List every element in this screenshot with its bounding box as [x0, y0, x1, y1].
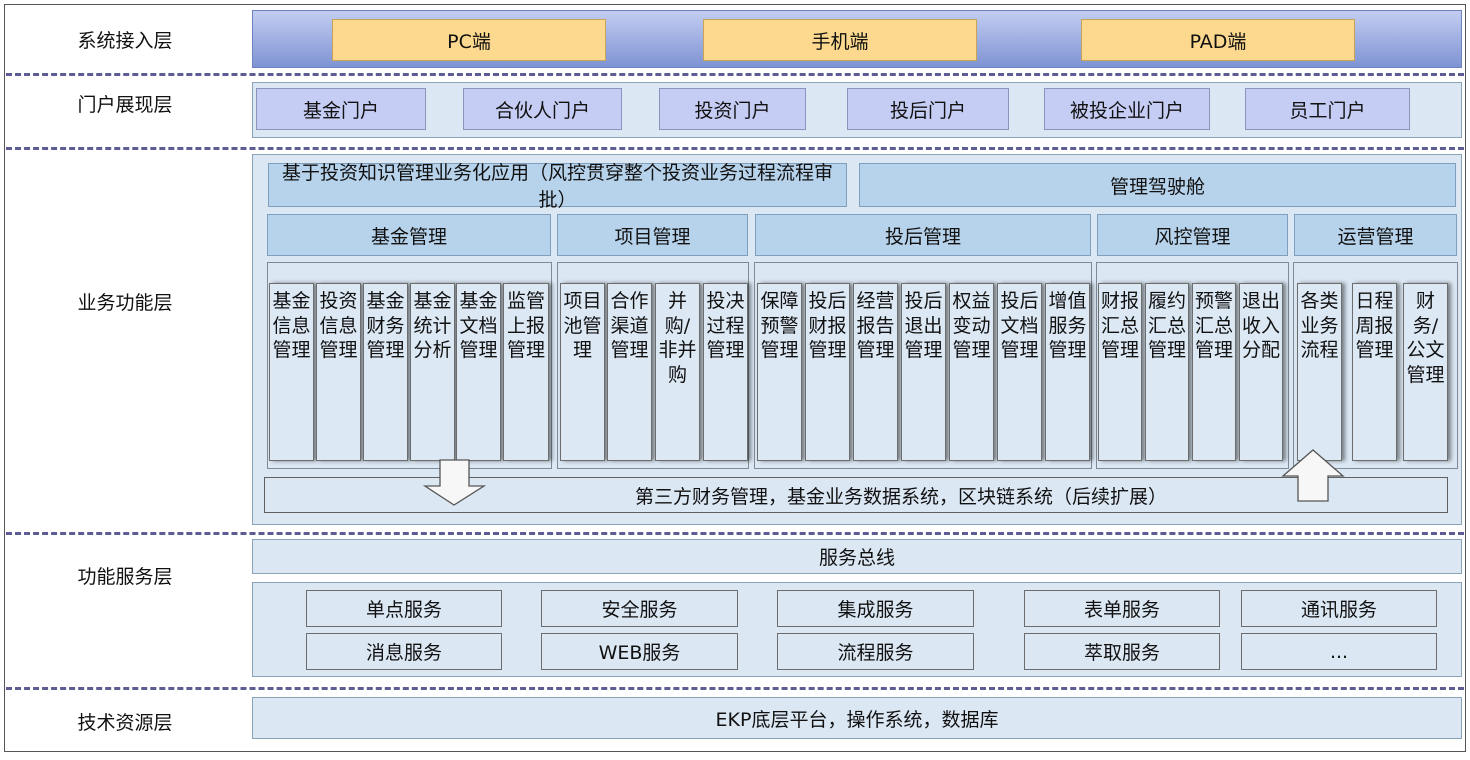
- service-extraction: 萃取服务: [1024, 633, 1220, 670]
- service-form: 表单服务: [1024, 590, 1220, 627]
- service-more: ...: [1241, 633, 1437, 670]
- service-integration: 集成服务: [777, 590, 974, 627]
- tech-platform: EKP底层平台，操作系统，数据库: [252, 697, 1462, 739]
- arrow-up-icon: [1281, 449, 1345, 502]
- service-sso: 单点服务: [306, 590, 502, 627]
- service-message: 消息服务: [306, 633, 502, 670]
- service-web: WEB服务: [541, 633, 738, 670]
- service-workflow: 流程服务: [777, 633, 974, 670]
- service-communication: 通讯服务: [1241, 590, 1437, 627]
- service-security: 安全服务: [541, 590, 738, 627]
- arrow-down-icon: [422, 459, 487, 506]
- service-bus: 服务总线: [252, 539, 1462, 574]
